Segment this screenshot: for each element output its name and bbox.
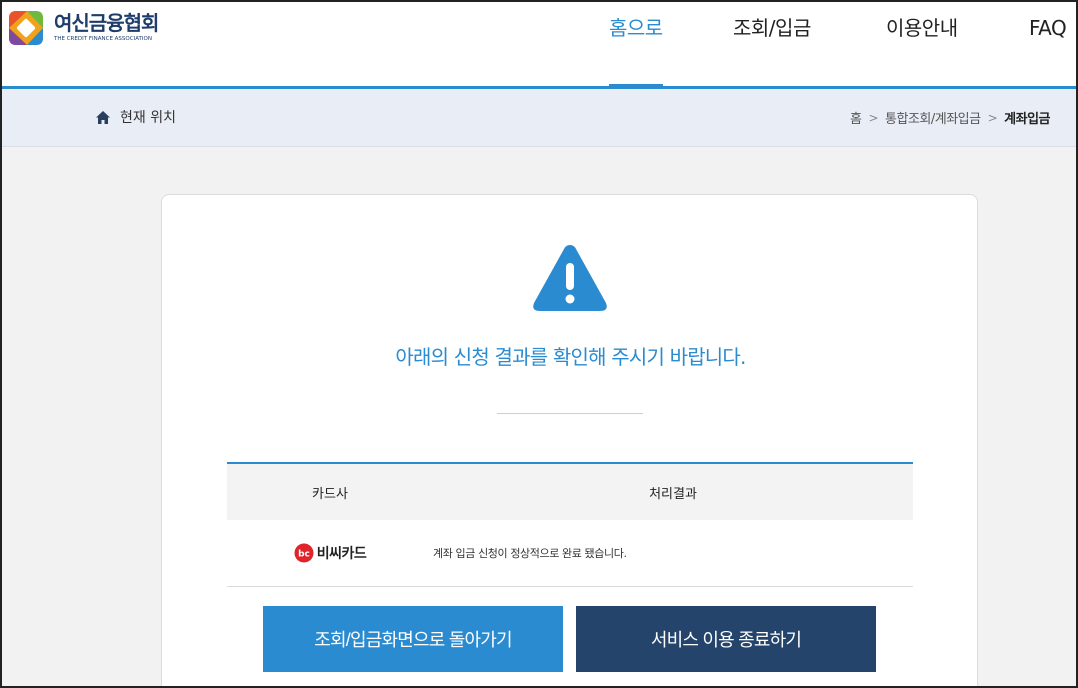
home-icon (96, 110, 110, 124)
location-label: 현재 위치 (120, 110, 176, 126)
site-header: 여신금융협회 THE CREDIT FINANCE ASSOCIATION 홈으… (0, 0, 1078, 89)
column-card-company: 카드사 (312, 486, 348, 502)
card-company-cell: bc 비씨카드 (227, 543, 433, 563)
breadcrumb: 홈 > 통합조회/계좌입금 > 계좌입금 (850, 108, 1050, 128)
nav-home[interactable]: 홈으로 (609, 15, 663, 86)
breadcrumb-home[interactable]: 홈 (850, 108, 862, 127)
card-company-name: 비씨카드 (316, 546, 367, 562)
bc-card-icon: bc (294, 543, 314, 563)
current-location: 현재 위치 (95, 107, 176, 127)
nav-inquiry-deposit[interactable]: 조회/입금 (733, 15, 811, 86)
table-header: 카드사 처리결과 (227, 462, 913, 520)
nav-guide[interactable]: 이용안내 (886, 15, 958, 86)
divider (497, 413, 643, 414)
warning-icon (533, 245, 607, 311)
breadcrumb-current: 계좌입금 (1004, 112, 1050, 127)
breadcrumb-inquiry[interactable]: 통합조회/계좌입금 (885, 108, 981, 127)
back-to-inquiry-button[interactable]: 조회/입금화면으로 돌아가기 (263, 606, 563, 672)
result-card: 아래의 신청 결과를 확인해 주시기 바랍니다. 카드사 처리결과 bc 비씨카… (161, 194, 978, 688)
location-bar: 현재 위치 홈 > 통합조회/계좌입금 > 계좌입금 (0, 89, 1078, 147)
breadcrumb-separator-icon: > (987, 110, 998, 125)
main-nav: 홈으로 조회/입금 이용안내 FAQ (0, 0, 1078, 86)
table-row: bc 비씨카드 계좌 입금 신청이 정상적으로 완료 됐습니다. (227, 520, 913, 587)
result-status: 계좌 입금 신청이 정상적으로 완료 됐습니다. (433, 547, 627, 560)
result-message: 아래의 신청 결과를 확인해 주시기 바랍니다. (395, 345, 746, 369)
breadcrumb-separator-icon: > (868, 110, 879, 125)
column-result: 처리결과 (649, 486, 697, 502)
svg-text:bc: bc (298, 550, 310, 560)
exit-service-button[interactable]: 서비스 이용 종료하기 (576, 606, 876, 672)
nav-faq[interactable]: FAQ (1029, 15, 1067, 86)
result-table: 카드사 처리결과 bc 비씨카드 계좌 입금 신청이 정상적으로 완료 됐습니다… (227, 462, 913, 587)
bc-card-logo: bc 비씨카드 (294, 543, 367, 563)
